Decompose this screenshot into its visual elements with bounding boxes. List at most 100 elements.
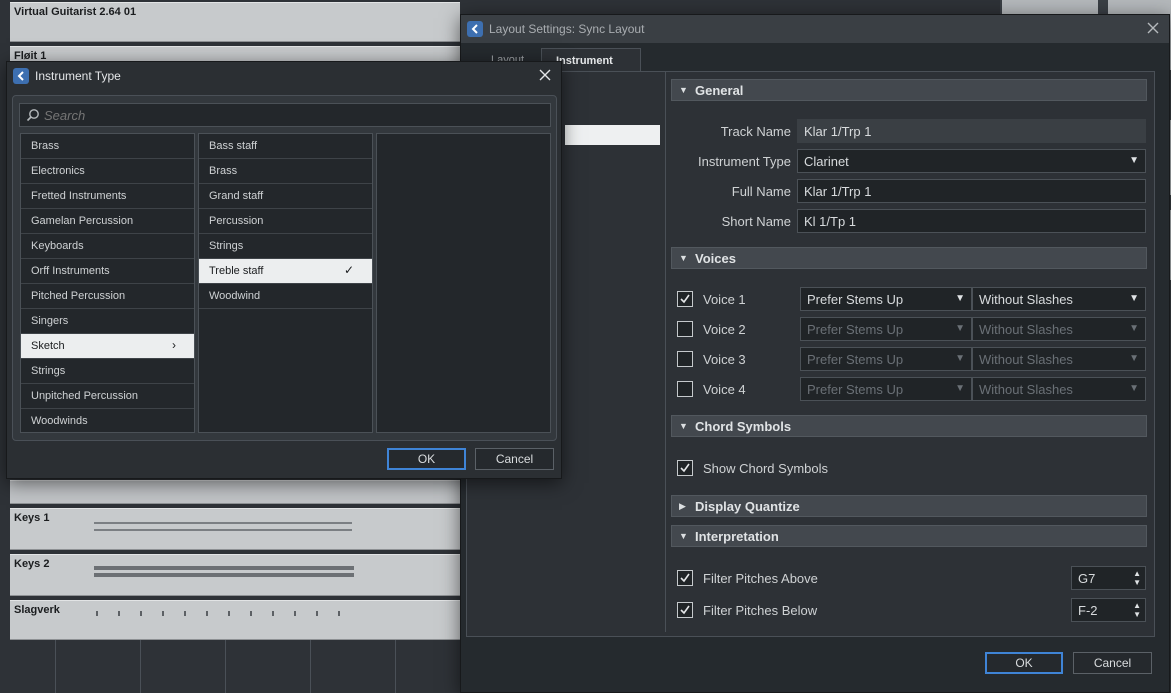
filter-below-label: Filter Pitches Below [703,603,818,618]
filter-below-checkbox[interactable] [677,602,693,618]
show-chord-symbols-checkbox[interactable] [677,460,693,476]
filter-above-stepper[interactable]: G7 ▲ ▼ [1071,566,1146,590]
list-item[interactable]: Singers [21,309,194,334]
track-empty [10,480,460,504]
track-label: Keys 2 [14,558,50,570]
voice-3-label: Voice 3 [703,352,746,367]
titlebar[interactable]: Layout Settings: Sync Layout [461,15,1169,43]
track-virtual-guitarist[interactable]: Virtual Guitarist 2.64 01 [10,2,460,42]
titlebar[interactable]: Instrument Type [7,62,561,90]
dialog-title: Instrument Type [35,69,121,83]
section-title: Chord Symbols [695,418,792,434]
instrument-browser: Brass Electronics Fretted Instruments Ga… [12,95,557,441]
ok-button[interactable]: OK [985,652,1063,674]
dropdown-value: Without Slashes [979,382,1073,397]
dialog-title: Layout Settings: Sync Layout [489,22,645,36]
list-item[interactable]: Orff Instruments [21,259,194,284]
cancel-button[interactable]: Cancel [1073,652,1152,674]
list-item-selected[interactable]: Sketch › [21,334,194,359]
close-icon[interactable] [537,67,553,83]
short-name-field[interactable]: Kl 1/Tp 1 [797,209,1146,233]
section-interpretation[interactable]: ▼ Interpretation [671,525,1147,547]
voice-4-checkbox[interactable] [677,381,693,397]
search-icon [26,109,39,122]
section-display-quantize[interactable]: ▶ Display Quantize [671,495,1147,517]
list-item[interactable]: Fretted Instruments [21,184,194,209]
dropdown-arrow-icon: ▼ [1129,155,1139,166]
list-item[interactable]: Woodwind [199,284,372,309]
stepper-value: F-2 [1078,603,1098,618]
midi-part [94,566,354,570]
list-item[interactable]: Grand staff [199,184,372,209]
section-chord-symbols[interactable]: ▼ Chord Symbols [671,415,1147,437]
list-item[interactable]: Brass [199,159,372,184]
section-voices[interactable]: ▼ Voices [671,247,1147,269]
cubase-icon [467,21,483,37]
dropdown-arrow-icon: ▼ [1129,353,1139,364]
list-item[interactable]: Strings [199,234,372,259]
full-name-field[interactable]: Klar 1/Trp 1 [797,179,1146,203]
instrument-type-dropdown[interactable]: Clarinet ▼ [797,149,1146,173]
list-item[interactable]: Pitched Percussion [21,284,194,309]
stepper-arrows-icon[interactable]: ▲ ▼ [1133,569,1141,587]
dropdown-value: Without Slashes [979,292,1073,307]
voice-1-stems-dropdown[interactable]: Prefer Stems Up ▼ [800,287,972,311]
cancel-button[interactable]: Cancel [475,448,554,470]
list-item[interactable]: Electronics [21,159,194,184]
stepper-arrows-icon[interactable]: ▲ ▼ [1133,601,1141,619]
list-item[interactable]: Keyboards [21,234,194,259]
filter-above-checkbox[interactable] [677,570,693,586]
grid-line [55,640,56,693]
grid-line [140,640,141,693]
checkmark-icon [680,463,690,473]
tab-content: ▼ General Track Name Klar 1/Trp 1 Instru… [466,71,1155,637]
dropdown-value: Prefer Stems Up [807,322,904,337]
dropdown-value: Clarinet [804,154,849,169]
voice-3-checkbox[interactable] [677,351,693,367]
list-item[interactable]: Strings [21,359,194,384]
expanded-triangle-icon: ▼ [679,253,688,263]
voice-1-slashes-dropdown[interactable]: Without Slashes ▼ [972,287,1146,311]
midi-part [94,529,352,531]
grid-line [395,640,396,693]
dropdown-value: Prefer Stems Up [807,352,904,367]
grid-line [225,640,226,693]
list-item-selected[interactable]: Treble staff ✓ [199,259,372,284]
layout-settings-dialog: Layout Settings: Sync Layout Layout Inst… [460,14,1170,693]
dropdown-value: Prefer Stems Up [807,292,904,307]
midi-part [94,522,352,524]
checkmark-icon: ✓ [343,263,354,277]
list-item[interactable]: Bass staff [199,134,372,159]
voice-2-checkbox[interactable] [677,321,693,337]
filter-below-stepper[interactable]: F-2 ▲ ▼ [1071,598,1146,622]
voice-1-checkbox[interactable] [677,291,693,307]
section-title: General [695,82,744,98]
collapsed-triangle-icon: ▶ [679,500,686,511]
instrument-type-label: Instrument Type [698,154,791,169]
panel-block [1002,0,1098,14]
track-slagverk[interactable]: Slagverk [10,600,460,640]
track-keys-1[interactable]: Keys 1 [10,508,460,550]
list-item[interactable]: Unpitched Percussion [21,384,194,409]
section-general[interactable]: ▼ General [671,79,1147,101]
close-icon[interactable] [1145,20,1161,36]
dropdown-arrow-icon: ▼ [955,353,965,364]
detail-list [376,133,551,433]
list-item[interactable]: Brass [21,134,194,159]
search-box[interactable] [19,103,551,127]
list-item[interactable]: Woodwinds [21,409,194,432]
list-item[interactable]: Percussion [199,209,372,234]
instrument-list: Bass staff Brass Grand staff Percussion … [198,133,373,433]
midi-part [94,573,354,577]
show-chord-symbols-label: Show Chord Symbols [703,461,828,476]
dropdown-arrow-icon: ▼ [1129,293,1139,304]
list-item-label: Treble staff [209,265,264,277]
list-item-selected[interactable] [565,125,660,145]
search-input[interactable] [44,107,524,123]
list-item[interactable]: Gamelan Percussion [21,209,194,234]
voice-4-label: Voice 4 [703,382,746,397]
ok-button[interactable]: OK [387,448,466,470]
section-title: Voices [695,250,736,266]
voice-4-slashes-dropdown: Without Slashes ▼ [972,377,1146,401]
track-keys-2[interactable]: Keys 2 [10,554,460,596]
